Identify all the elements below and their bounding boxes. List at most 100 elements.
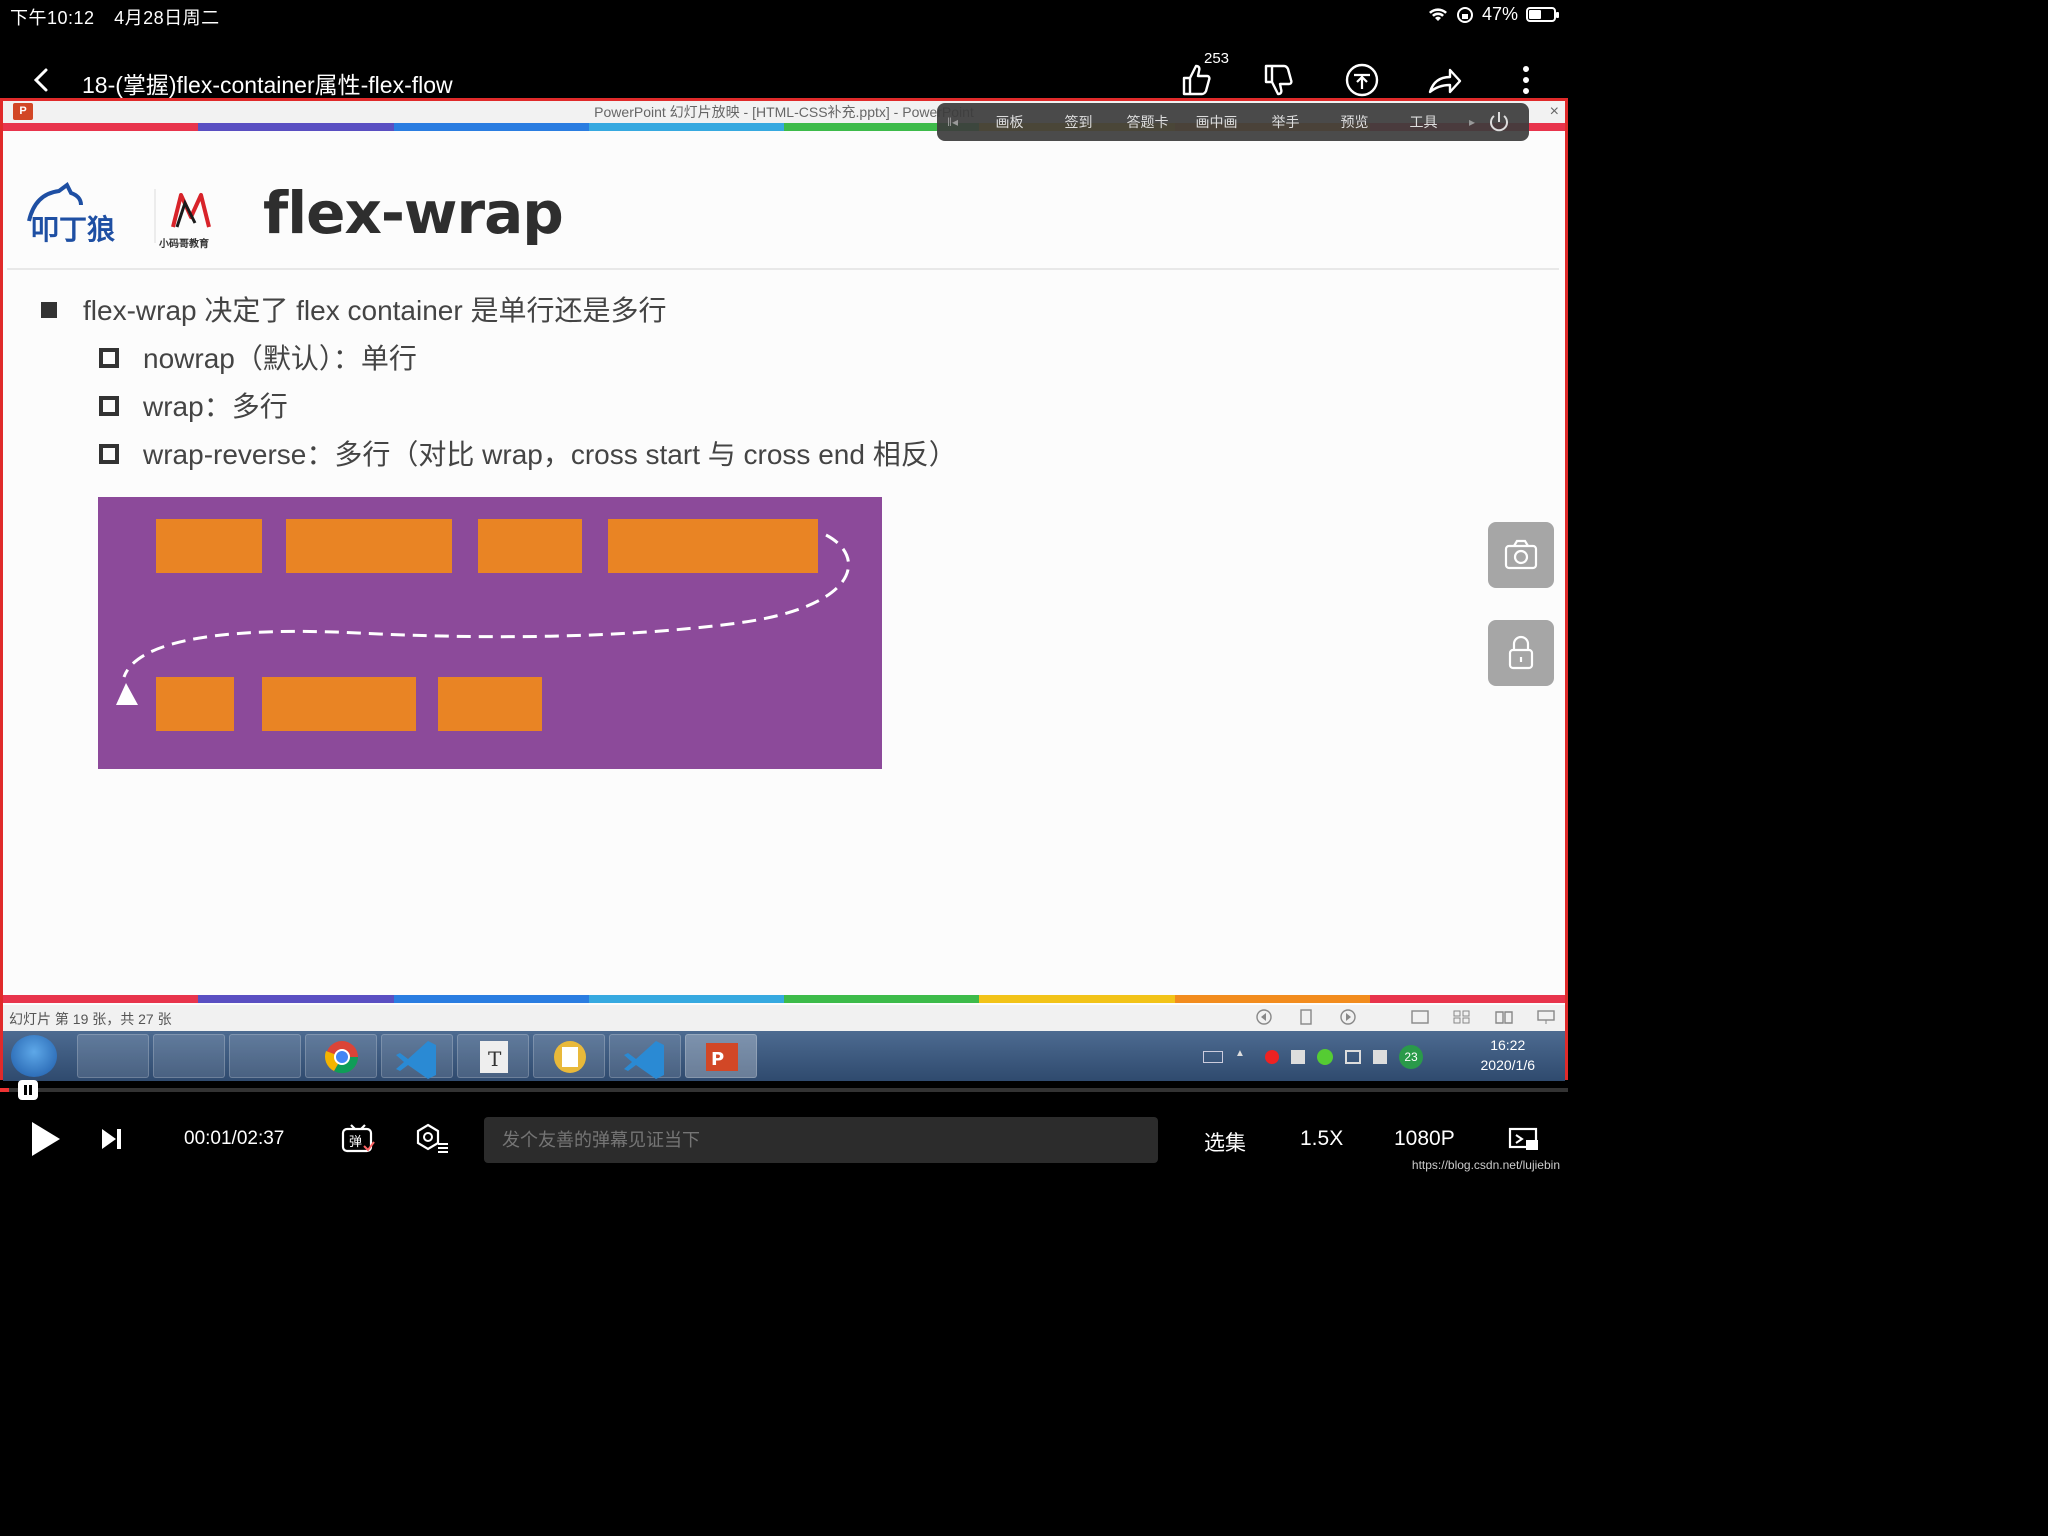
more-icon[interactable] [1506,60,1546,100]
keyboard-icon[interactable] [1203,1051,1223,1063]
bullet-main-text: flex-wrap 决定了 flex container 是单行还是多行 [83,295,667,326]
next-episode-icon[interactable] [98,1126,124,1152]
rainbow-segment [784,995,980,1003]
taskbar-vscode-icon[interactable] [609,1034,681,1079]
toolbar-collapse-icon[interactable]: ‖◂ [947,115,975,129]
share-icon[interactable] [1424,60,1464,100]
status-datetime: 下午10:12 4月28日周二 [10,4,220,30]
clock-date: 2020/1/6 [1480,1057,1536,1073]
danmaku-settings-icon[interactable] [412,1122,450,1156]
taskbar-chrome-icon[interactable] [305,1034,377,1078]
rainbow-segment [198,123,394,131]
rainbow-segment [3,995,199,1003]
danmaku-toggle-icon[interactable]: 弹 [340,1122,376,1156]
toolbar-item-raise-hand[interactable]: 举手 [1251,112,1320,132]
tray-badge[interactable]: 23 [1399,1045,1423,1069]
battery-level [1529,10,1542,19]
slide-logos: 叩丁狼 小码哥教育 [23,181,243,251]
slide: 叩丁狼 小码哥教育 flex-wrap flex-wrap 决定了 flex c… [3,131,1565,993]
windows-clock[interactable]: 16:22 2020/1/6 [1481,1035,1536,1075]
lock-screen-button[interactable] [1488,620,1554,686]
status-indicators: 47% [1428,4,1559,25]
toolbar-item-pip[interactable]: 画中画 [1182,112,1251,132]
taskbar-notes-icon[interactable] [533,1034,605,1078]
player-controls: 00:01/02:37 弹 选集 1.5X 1080P https://blog… [0,1102,1568,1176]
sub-bullet: nowrap（默认）：单行 [99,337,417,377]
toolbar-item-checkin[interactable]: 签到 [1044,112,1113,132]
wifi-icon [1428,7,1447,21]
flex-wrap-diagram [98,497,882,769]
system-tray: ▲ 23 [1203,1045,1423,1069]
time-display: 00:01/02:37 [184,1128,285,1149]
sorter-view-icon[interactable] [1451,1009,1473,1025]
video-frame[interactable]: P PowerPoint 幻灯片放映 - [HTML-CSS补充.pptx] -… [0,98,1568,1081]
rainbow-segment [588,995,784,1003]
taskbar-powerpoint-icon[interactable]: P [685,1034,757,1078]
slide-counter: 幻灯片 第 19 张，共 27 张 [9,1011,172,1027]
brand-logo: 叩丁狼 小码哥教育 [27,181,211,250]
episodes-button[interactable]: 选集 [1204,1127,1246,1157]
toolbar-item-tools[interactable]: 工具 [1389,112,1458,132]
battery-percent: 47% [1481,4,1518,24]
back-icon[interactable] [28,64,56,96]
sub-bullet-text: wrap-reverse：多行（对比 wrap，cross start 与 cr… [143,439,957,470]
like-icon[interactable] [1176,60,1216,100]
volume-muted-icon[interactable] [1373,1050,1387,1064]
rainbow-segment [393,995,589,1003]
flag-icon[interactable] [1291,1050,1305,1064]
windows-taskbar: T P ▲ 23 16:22 2020/1/6 [3,1031,1565,1081]
toolbar-item-drawing[interactable]: 画板 [975,112,1044,132]
slide-menu-icon[interactable] [1295,1009,1317,1025]
coin-icon[interactable] [1342,60,1382,100]
toolbar-arrow-icon[interactable]: ▸ [1458,115,1486,129]
toolbar-item-answer-card[interactable]: 答题卡 [1113,112,1182,132]
taskbar-explorer-icon[interactable] [229,1034,301,1078]
taskbar-typora-icon[interactable]: T [457,1034,529,1078]
normal-view-icon[interactable] [1409,1009,1431,1025]
battery-icon [1526,7,1559,22]
logo-text-right: 小码哥教育 [158,237,209,250]
rainbow-segment [588,123,784,131]
dislike-icon[interactable] [1258,60,1298,100]
sub-bullet: wrap：多行 [99,385,288,425]
status-date: 4月28日周二 [114,8,220,28]
slideshow-view-icon[interactable] [1535,1009,1557,1025]
screenshot-button[interactable] [1488,522,1554,588]
taskbar-vscode-icon[interactable] [381,1034,453,1079]
prev-slide-icon[interactable] [1253,1009,1275,1025]
video-title: 18-(掌握)flex-container属性-flex-flow [82,72,453,98]
rainbow-segment [1174,995,1370,1003]
rainbow-segment [1369,995,1565,1003]
plus-tray-icon[interactable] [1317,1049,1333,1065]
next-slide-icon[interactable] [1337,1009,1359,1025]
quality-button[interactable]: 1080P [1394,1127,1455,1151]
title-divider [7,268,1559,270]
rainbow-segment [979,995,1175,1003]
sub-bullet-text: wrap：多行 [143,391,288,422]
speed-button[interactable]: 1.5X [1300,1127,1343,1151]
ppt-close-icon[interactable]: × [1550,101,1559,123]
watermark-text: https://blog.csdn.net/lujiebin [1411,1158,1560,1172]
network-icon[interactable] [1345,1050,1361,1064]
logo-text-left: 叩丁狼 [31,213,115,246]
reading-view-icon[interactable] [1493,1009,1515,1025]
taskbar-avatar-app-icon[interactable] [77,1034,149,1078]
slide-title: flex-wrap [263,179,564,247]
progress-handle[interactable] [18,1080,38,1100]
status-time: 下午10:12 [10,8,95,28]
tray-expand-icon[interactable]: ▲ [1235,1048,1253,1066]
taskbar-app-icon[interactable] [153,1034,225,1078]
bullet-hollow-square-icon [99,444,119,464]
toolbar-item-preview[interactable]: 预览 [1320,112,1389,132]
rainbow-segment [198,995,394,1003]
windows-start-button[interactable] [11,1035,57,1077]
record-icon[interactable] [1265,1050,1279,1064]
rainbow-segment [393,123,589,131]
svg-text:P: P [711,1049,724,1070]
powerpoint-logo-icon: P [13,103,33,120]
play-icon[interactable] [24,1118,64,1160]
video-progress-bar[interactable] [0,1080,1568,1100]
bullet-hollow-square-icon [99,348,119,368]
cast-screen-icon[interactable] [1508,1126,1540,1154]
danmaku-input[interactable] [484,1117,1158,1163]
